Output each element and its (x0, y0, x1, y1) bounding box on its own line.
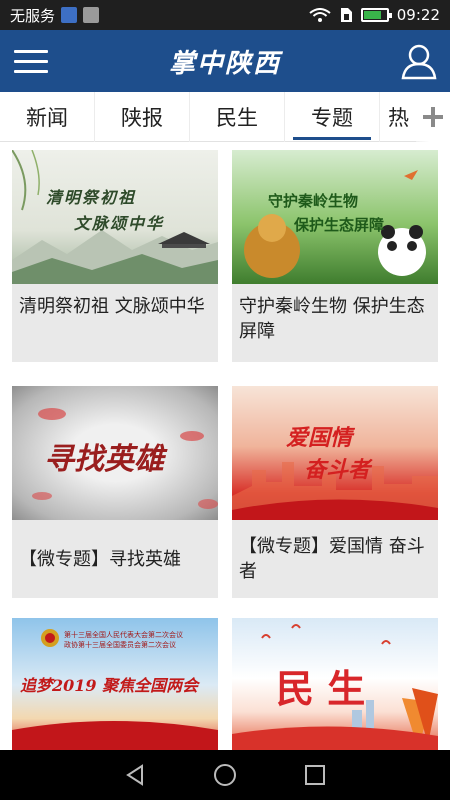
thumb-title-line: 保护生态屏障 (294, 216, 385, 234)
topic-thumbnail: 寻找英雄 (12, 386, 218, 520)
thumb-title-line: 清明祭初祖 (46, 188, 137, 207)
thumb-subtitle-line: 第十三届全国人民代表大会第二次会议 (64, 631, 183, 639)
back-icon[interactable] (120, 760, 150, 790)
tab-shaanbao[interactable]: 陕报 (95, 92, 190, 142)
topic-card[interactable]: 清明祭初祖 文脉颂中华 清明祭初祖 文脉颂中华 (12, 150, 218, 362)
thumb-title-line: 爱国情 (286, 425, 353, 451)
plus-icon[interactable] (416, 92, 450, 142)
topic-caption: 清明祭初祖 文脉颂中华 (19, 296, 205, 317)
topic-thumbnail: 守护秦岭生物 保护生态屏障 (232, 150, 438, 284)
tab-label: 民生 (216, 106, 258, 130)
tab-hot[interactable]: 热 (380, 92, 420, 142)
app-header: 掌中陕西 (0, 30, 450, 92)
topic-card[interactable]: 守护秦岭生物 保护生态屏障 守护秦岭生物 保护生态屏障 (232, 150, 438, 362)
system-nav-bar (0, 750, 450, 800)
tab-label: 热 (388, 106, 409, 130)
topic-thumbnail: 第十三届全国人民代表大会第二次会议 政协第十三届全国委员会第二次会议 追梦201… (12, 618, 218, 750)
tab-news[interactable]: 新闻 (0, 92, 95, 142)
topic-thumbnail: 清明祭初祖 文脉颂中华 (12, 150, 218, 284)
thumb-title-line: 寻找英雄 (44, 442, 164, 477)
tab-label: 陕报 (121, 106, 163, 130)
thumb-title-line: 追梦2019 聚焦全国两会 (20, 676, 199, 695)
topic-list: 清明祭初祖 文脉颂中华 清明祭初祖 文脉颂中华 守护秦岭生物 保护生态屏障 守护… (0, 142, 450, 750)
notification-app-icon (61, 7, 78, 23)
thumb-title-line: 奋斗者 (304, 457, 371, 483)
battery-icon (360, 8, 392, 22)
topic-card[interactable]: 寻找英雄 【微专题】寻找英雄 (12, 386, 218, 598)
topic-caption: 【微专题】爱国情 奋斗者 (239, 536, 425, 582)
topic-card[interactable]: 爱国情 奋斗者 【微专题】爱国情 奋斗者 (232, 386, 438, 598)
topic-card[interactable]: 民 生 (232, 618, 438, 750)
wifi-icon (309, 8, 331, 22)
topic-thumbnail: 爱国情 奋斗者 (232, 386, 438, 520)
battery-level (363, 11, 381, 19)
tab-special-topics[interactable]: 专题 (285, 92, 380, 142)
tab-livelihood[interactable]: 民生 (190, 92, 285, 142)
sim-icon (340, 8, 352, 22)
hamburger-menu-icon[interactable] (0, 30, 62, 92)
topic-caption: 【微专题】寻找英雄 (19, 548, 181, 570)
thumb-subtitle-line: 政协第十三届全国委员会第二次会议 (64, 641, 176, 649)
carrier-text: 无服务 (10, 6, 56, 25)
status-bar: 无服务 09:22 (0, 0, 450, 30)
topic-caption: 守护秦岭生物 保护生态屏障 (239, 296, 425, 342)
app-title: 掌中陕西 (168, 48, 281, 79)
topic-thumbnail: 民 生 (232, 618, 438, 750)
home-icon[interactable] (210, 760, 240, 790)
user-icon[interactable] (388, 30, 450, 92)
clock-text: 09:22 (396, 6, 440, 24)
tab-label: 专题 (311, 106, 353, 130)
thumb-title-line: 文脉颂中华 (74, 214, 165, 233)
thumb-title-line: 民 生 (276, 666, 366, 711)
image-icon (83, 7, 100, 23)
topic-card[interactable]: 第十三届全国人民代表大会第二次会议 政协第十三届全国委员会第二次会议 追梦201… (12, 618, 218, 750)
thumb-title-line: 守护秦岭生物 (268, 192, 359, 210)
category-tabs: 新闻 陕报 民生 专题 热 (0, 92, 450, 142)
recents-icon[interactable] (300, 760, 330, 790)
tab-label: 新闻 (26, 106, 68, 130)
